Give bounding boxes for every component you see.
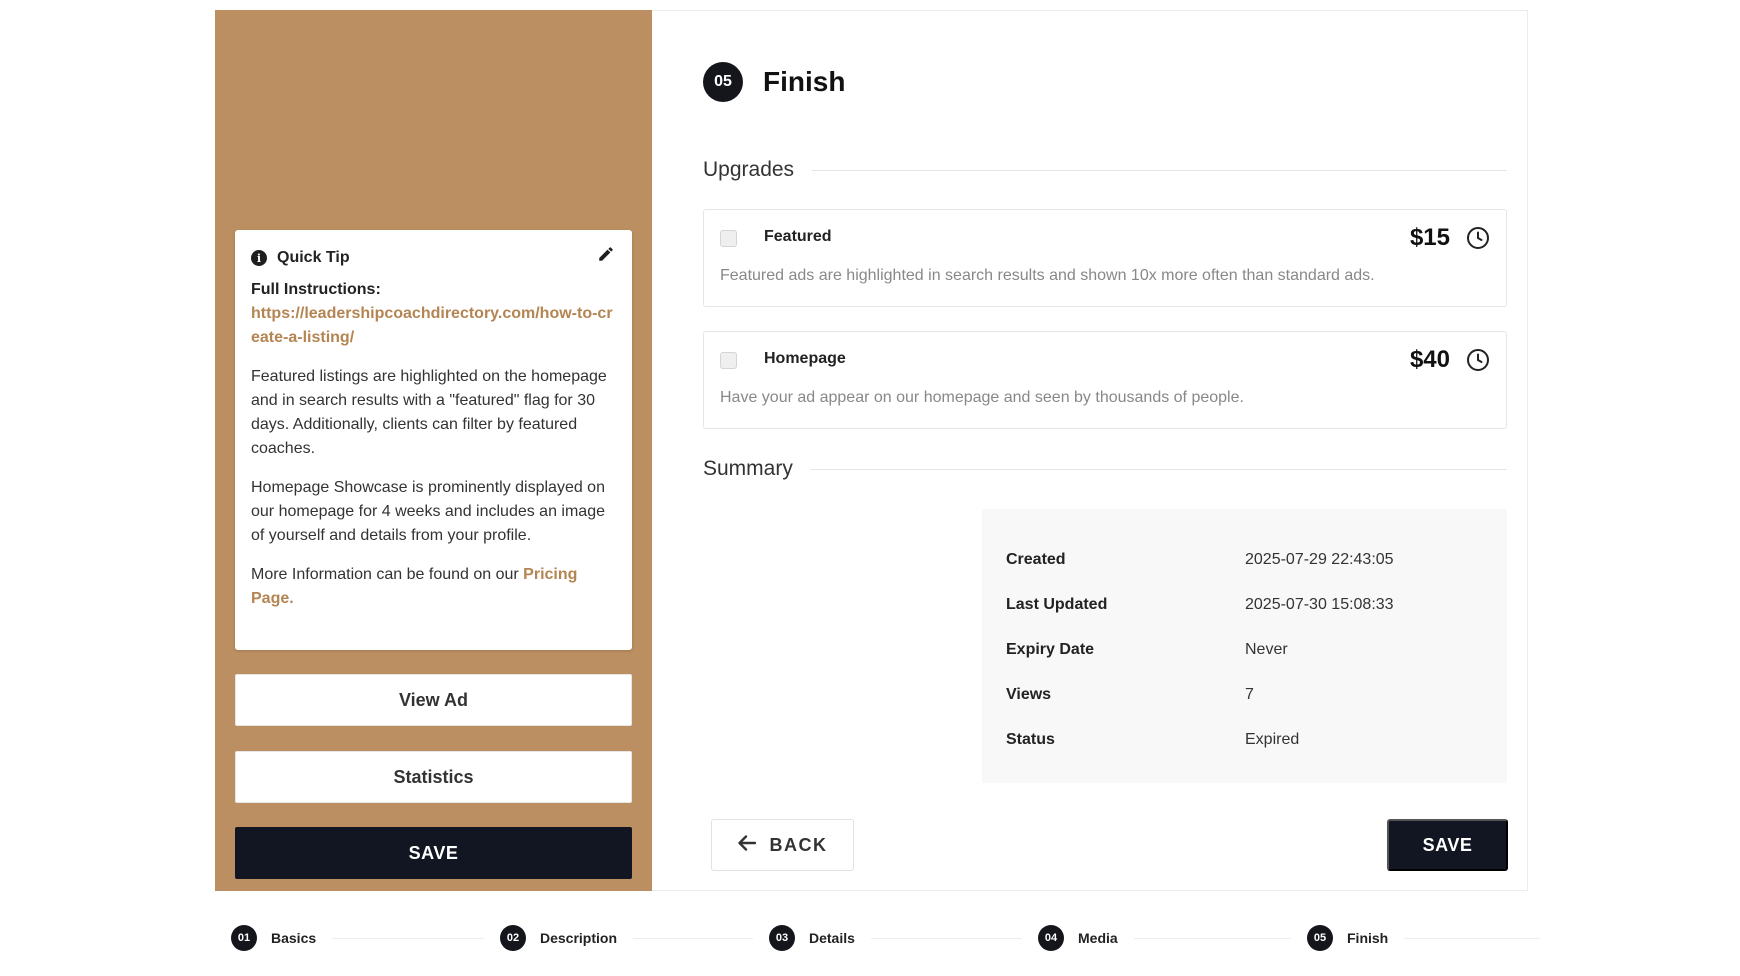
upgrades-section-title: Upgrades — [703, 158, 1507, 182]
summary-heading: Summary — [703, 457, 793, 480]
summary-row: Status Expired — [1006, 717, 1483, 762]
save-button[interactable]: SAVE — [1387, 819, 1508, 871]
step-label: Basics — [271, 930, 317, 946]
step-label: Details — [809, 930, 855, 946]
step-badge: 01 — [231, 925, 257, 951]
quick-tip-body: Full Instructions: https://leadershipcoa… — [251, 278, 616, 611]
summary-label: Created — [1006, 550, 1066, 568]
step-number-badge: 05 — [703, 62, 743, 102]
statistics-button[interactable]: Statistics — [235, 751, 632, 803]
featured-tip-text: Featured listings are highlighted on the… — [251, 368, 607, 457]
summary-row: Last Updated 2025-07-30 15:08:33 — [1006, 582, 1483, 627]
upgrade-description: Featured ads are highlighted in search r… — [720, 267, 1375, 284]
step-media[interactable]: 04 Media — [1022, 918, 1134, 958]
back-label: BACK — [769, 834, 828, 855]
summary-label: Last Updated — [1006, 595, 1108, 613]
step-badge: 02 — [500, 925, 526, 951]
view-ad-button[interactable]: View Ad — [235, 674, 632, 726]
summary-label: Status — [1006, 730, 1055, 748]
upgrade-description: Have your ad appear on our homepage and … — [720, 389, 1244, 406]
back-button[interactable]: BACK — [711, 819, 854, 871]
sidebar-save-button[interactable]: SAVE — [235, 827, 632, 879]
summary-section-title: Summary — [703, 457, 1507, 481]
step-label: Finish — [1347, 930, 1389, 946]
clock-icon — [1466, 226, 1490, 250]
sidebar: i Quick Tip Full Instructions: https://l… — [215, 10, 652, 891]
summary-label: Views — [1006, 685, 1052, 703]
arrow-left-icon — [737, 834, 756, 856]
summary-label: Expiry Date — [1006, 640, 1095, 658]
main-panel: 05 Finish Upgrades Featured $15 Featured… — [652, 10, 1528, 891]
page-title: Finish — [763, 66, 846, 97]
summary-table: Created 2025-07-29 22:43:05 Last Updated… — [982, 509, 1507, 783]
featured-checkbox[interactable] — [720, 230, 737, 247]
upgrade-homepage[interactable]: Homepage $40 Have your ad appear on our … — [703, 331, 1507, 429]
summary-value: 7 — [1245, 685, 1254, 703]
quick-tip-header: i Quick Tip — [251, 248, 616, 268]
summary-value: 2025-07-30 15:08:33 — [1245, 595, 1394, 613]
upgrade-name: Homepage — [764, 350, 846, 367]
step-header: 05 Finish — [703, 62, 845, 102]
pencil-icon[interactable] — [596, 244, 616, 264]
homepage-checkbox[interactable] — [720, 352, 737, 369]
instructions-label: Full Instructions: — [251, 281, 381, 298]
upgrade-price: $40 — [1409, 346, 1450, 373]
step-navigation: 01 Basics 02 Description 03 Details 04 M… — [215, 918, 1540, 958]
pricing-tip-text: More Information can be found on our Pri… — [251, 563, 616, 611]
step-badge: 03 — [769, 925, 795, 951]
upgrade-name: Featured — [764, 228, 832, 245]
upgrade-price: $15 — [1409, 224, 1450, 251]
summary-row: Created 2025-07-29 22:43:05 — [1006, 537, 1483, 582]
quick-tip-card: i Quick Tip Full Instructions: https://l… — [235, 230, 632, 650]
step-badge: 04 — [1038, 925, 1064, 951]
summary-value: 2025-07-29 22:43:05 — [1245, 550, 1394, 568]
quick-tip-title: Quick Tip — [277, 249, 350, 266]
section-divider — [810, 468, 1507, 470]
summary-row: Views 7 — [1006, 672, 1483, 717]
upgrade-featured[interactable]: Featured $15 Featured ads are highlighte… — [703, 209, 1507, 307]
step-label: Media — [1078, 930, 1118, 946]
pricing-tip-prefix: More Information can be found on our — [251, 566, 524, 583]
instructions-link[interactable]: https://leadershipcoachdirectory.com/how… — [251, 305, 613, 346]
upgrades-heading: Upgrades — [703, 158, 795, 181]
summary-value: Never — [1245, 640, 1288, 658]
summary-value: Expired — [1245, 730, 1300, 748]
section-divider — [812, 169, 1507, 171]
clock-icon — [1466, 348, 1490, 372]
step-label: Description — [540, 930, 618, 946]
step-finish[interactable]: 05 Finish — [1291, 918, 1405, 958]
step-description[interactable]: 02 Description — [484, 918, 634, 958]
summary-row: Expiry Date Never — [1006, 627, 1483, 672]
homepage-tip-text: Homepage Showcase is prominently display… — [251, 479, 605, 544]
info-icon: i — [251, 250, 267, 266]
step-details[interactable]: 03 Details — [753, 918, 871, 958]
step-badge: 05 — [1307, 925, 1333, 951]
step-basics[interactable]: 01 Basics — [215, 918, 333, 958]
